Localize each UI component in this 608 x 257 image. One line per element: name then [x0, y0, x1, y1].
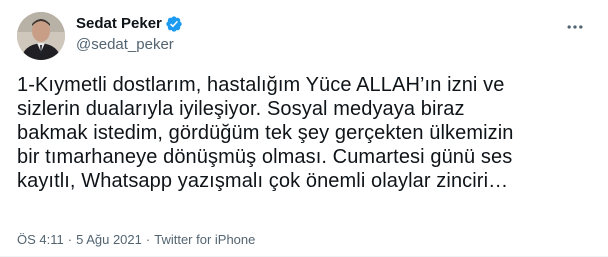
display-name-row: Sedat Peker — [76, 14, 183, 34]
tweet-time-link[interactable]: ÖS 4:11 · 5 Ağu 2021 — [17, 232, 142, 247]
tweet-card: Sedat Peker @sedat_peker 1-Kıymetli dost… — [0, 0, 608, 257]
author-info[interactable]: Sedat Peker @sedat_peker — [76, 14, 183, 55]
tweet-meta: ÖS 4:11 · 5 Ağu 2021 · Twitter for iPhone — [17, 232, 255, 248]
display-name[interactable]: Sedat Peker — [76, 14, 162, 34]
meta-separator: · — [67, 232, 73, 247]
more-options-button[interactable] — [562, 14, 588, 40]
handle[interactable]: @sedat_peker — [76, 35, 183, 55]
meta-separator: · — [145, 232, 151, 247]
tweet-text: 1-Kıymetli dostlarım, hastalığım Yüce AL… — [17, 74, 514, 192]
tweet-date: 5 Ağu 2021 — [76, 232, 142, 247]
verified-badge-icon — [165, 15, 183, 33]
more-dots-icon — [567, 25, 583, 29]
tweet-time: ÖS 4:11 — [17, 232, 64, 247]
avatar[interactable] — [17, 12, 65, 60]
avatar-image — [17, 12, 65, 60]
tweet-source-link[interactable]: Twitter for iPhone — [154, 232, 255, 247]
